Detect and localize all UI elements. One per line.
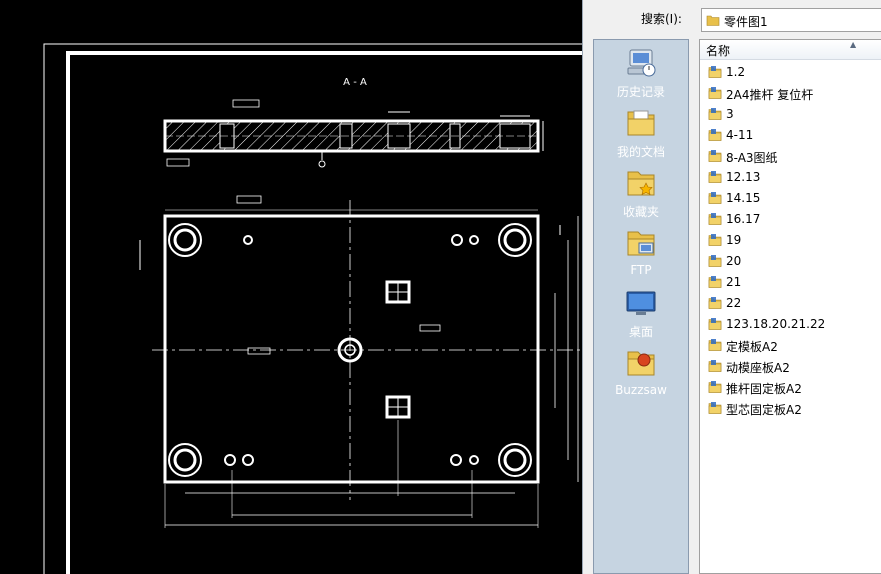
file-name: 型芯固定板A2 bbox=[726, 403, 802, 417]
file-list-item[interactable]: 14.15 bbox=[700, 188, 881, 209]
file-name: 123.18.20.21.22 bbox=[726, 317, 826, 331]
favorites-folder-icon bbox=[594, 166, 688, 200]
place-label: 桌面 bbox=[628, 325, 653, 339]
folder-icon bbox=[708, 65, 722, 82]
file-list-item[interactable]: 123.18.20.21.22 bbox=[700, 314, 881, 335]
folder-icon bbox=[708, 401, 722, 418]
file-name: 2A4推杆 复位杆 bbox=[726, 88, 814, 102]
place-label: FTP bbox=[630, 263, 652, 277]
file-name: 4-11 bbox=[726, 128, 754, 142]
file-list[interactable]: 名称 ▲ 1.2 2A4推杆 复位杆 3 4-11 8-A3图纸 12.13 14.15 16… bbox=[699, 39, 881, 574]
file-dialog: 搜索(I): 零件图1 历史记录 我的文档 收藏夹 FTP 桌面 Buzzsaw… bbox=[582, 0, 881, 574]
place-buzzsaw[interactable]: Buzzsaw bbox=[594, 346, 688, 404]
look-in-dropdown[interactable]: 零件图1 bbox=[701, 8, 881, 32]
section-view bbox=[163, 99, 544, 168]
file-list-item[interactable]: 16.17 bbox=[700, 209, 881, 230]
folder-icon bbox=[708, 275, 722, 292]
file-name: 1.2 bbox=[726, 65, 746, 79]
place-label: 收藏夹 bbox=[622, 205, 659, 219]
cad-drawing-canvas[interactable]: A - A bbox=[0, 0, 582, 574]
search-in-label: 搜索(I): bbox=[641, 12, 682, 26]
file-list-item[interactable]: 型芯固定板A2 bbox=[700, 398, 881, 419]
folder-icon bbox=[708, 359, 722, 376]
cad-drawing: A - A bbox=[43, 43, 582, 574]
file-name: 12.13 bbox=[726, 170, 761, 184]
file-list-item[interactable]: 2A4推杆 复位杆 bbox=[700, 83, 881, 104]
file-name: 22 bbox=[726, 296, 742, 310]
place-favorites[interactable]: 收藏夹 bbox=[594, 166, 688, 224]
places-bar: 历史记录 我的文档 收藏夹 FTP 桌面 Buzzsaw bbox=[593, 39, 689, 574]
file-list-item[interactable]: 4-11 bbox=[700, 125, 881, 146]
place-label: 我的文档 bbox=[616, 145, 665, 159]
history-icon bbox=[594, 46, 688, 80]
folder-icon bbox=[706, 13, 720, 30]
folder-icon bbox=[708, 254, 722, 271]
file-name: 19 bbox=[726, 233, 742, 247]
file-list-item[interactable]: 8-A3图纸 bbox=[700, 146, 881, 167]
place-desktop[interactable]: 桌面 bbox=[594, 286, 688, 344]
current-folder-name: 零件图1 bbox=[724, 15, 768, 29]
folder-icon bbox=[708, 149, 722, 166]
file-name: 定模板A2 bbox=[726, 340, 778, 354]
column-header-label: 名称 bbox=[706, 44, 731, 58]
place-history[interactable]: 历史记录 bbox=[594, 46, 688, 104]
buzzsaw-icon bbox=[594, 346, 688, 380]
file-list-item[interactable]: 1.2 bbox=[700, 62, 881, 83]
file-name: 推杆固定板A2 bbox=[726, 382, 802, 396]
ftp-icon bbox=[594, 226, 688, 260]
folder-icon bbox=[708, 107, 722, 124]
file-list-item[interactable]: 19 bbox=[700, 230, 881, 251]
documents-folder-icon bbox=[594, 106, 688, 140]
file-list-item[interactable]: 21 bbox=[700, 272, 881, 293]
folder-icon bbox=[708, 128, 722, 145]
place-label: Buzzsaw bbox=[615, 383, 667, 397]
place-my-documents[interactable]: 我的文档 bbox=[594, 106, 688, 164]
folder-icon bbox=[708, 338, 722, 355]
section-label: A - A bbox=[343, 77, 367, 88]
folder-icon bbox=[708, 317, 722, 334]
plan-view bbox=[139, 195, 580, 528]
file-name: 8-A3图纸 bbox=[726, 151, 778, 165]
file-list-item[interactable]: 推杆固定板A2 bbox=[700, 377, 881, 398]
folder-icon bbox=[708, 212, 722, 229]
file-name: 14.15 bbox=[726, 191, 761, 205]
folder-icon bbox=[708, 191, 722, 208]
file-list-item[interactable]: 动模座板A2 bbox=[700, 356, 881, 377]
file-name: 21 bbox=[726, 275, 742, 289]
desktop-icon bbox=[594, 286, 688, 320]
file-list-item[interactable]: 20 bbox=[700, 251, 881, 272]
file-rows: 1.2 2A4推杆 复位杆 3 4-11 8-A3图纸 12.13 14.15 16.17 19… bbox=[700, 62, 881, 419]
sort-ascending-icon: ▲ bbox=[850, 40, 857, 49]
file-list-item[interactable]: 3 bbox=[700, 104, 881, 125]
file-name: 16.17 bbox=[726, 212, 761, 226]
place-ftp[interactable]: FTP bbox=[594, 226, 688, 284]
file-list-item[interactable]: 22 bbox=[700, 293, 881, 314]
folder-icon bbox=[708, 296, 722, 313]
folder-icon bbox=[708, 380, 722, 397]
place-label: 历史记录 bbox=[616, 85, 665, 99]
folder-icon bbox=[708, 86, 722, 103]
file-list-item[interactable]: 12.13 bbox=[700, 167, 881, 188]
file-list-item[interactable]: 定模板A2 bbox=[700, 335, 881, 356]
file-name: 3 bbox=[726, 107, 734, 121]
file-name: 动模座板A2 bbox=[726, 361, 790, 375]
folder-icon bbox=[708, 233, 722, 250]
column-header-name[interactable]: 名称 ▲ bbox=[700, 40, 881, 60]
file-name: 20 bbox=[726, 254, 742, 268]
folder-icon bbox=[708, 170, 722, 187]
